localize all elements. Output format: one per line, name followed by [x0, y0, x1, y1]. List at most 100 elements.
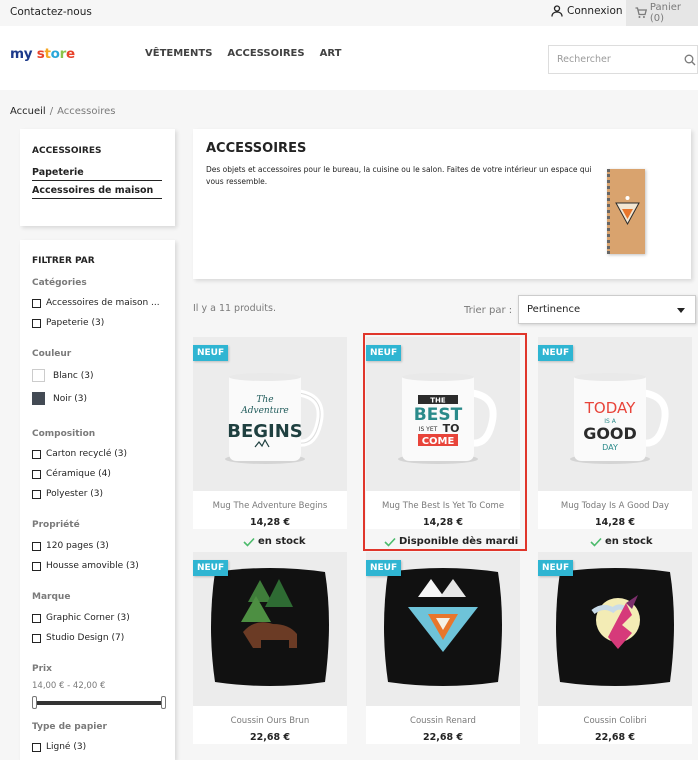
product-card[interactable]: TODAY IS A GOOD DAY NEUF Mug Today Is A …: [538, 337, 692, 529]
svg-text:COME: COME: [422, 436, 455, 447]
checkbox[interactable]: [32, 318, 41, 328]
filter-section-brand: Marque: [32, 592, 71, 602]
new-badge: NEUF: [193, 345, 229, 361]
breadcrumb-current: Accessoires: [57, 106, 116, 117]
product-title[interactable]: Mug Today Is A Good Day: [538, 501, 692, 511]
filter-option-color[interactable]: Blanc (3): [32, 369, 93, 382]
new-badge: NEUF: [366, 560, 402, 576]
price-slider-max-handle[interactable]: [161, 696, 166, 709]
product-price: 14,28 €: [595, 517, 635, 528]
filter-option[interactable]: Accessoires de maison ...: [32, 298, 160, 308]
chevron-down-icon: [677, 308, 685, 313]
filter-section-categories: Catégories: [32, 278, 87, 288]
checkbox[interactable]: [32, 561, 41, 571]
product-title[interactable]: Coussin Colibri: [538, 716, 692, 726]
filter-section-color: Couleur: [32, 349, 72, 359]
filter-section-property: Propriété: [32, 520, 80, 530]
products-count: Il y a 11 produits.: [193, 303, 276, 314]
filter-option-color[interactable]: Noir (3): [32, 392, 87, 405]
stock-status: en stock: [243, 536, 306, 547]
new-badge: NEUF: [193, 560, 229, 576]
filter-option[interactable]: Polyester (3): [32, 489, 103, 499]
breadcrumb-home[interactable]: Accueil: [10, 106, 46, 117]
checkbox[interactable]: [32, 469, 41, 479]
sort-label: Trier par :: [464, 305, 513, 316]
product-card[interactable]: NEUF Coussin Ours Brun 22,68 €: [193, 552, 347, 744]
checkbox[interactable]: [32, 613, 41, 623]
filter-option[interactable]: Ligné (3): [32, 742, 86, 752]
cart-label: Panier (0): [649, 2, 681, 24]
header: my store VÊTEMENTS ACCESSOIRES ART Reche…: [0, 26, 698, 90]
check-icon: [243, 537, 255, 547]
filter-option[interactable]: Housse amovible (3): [32, 561, 139, 571]
category-item-accessoires-maison[interactable]: Accessoires de maison: [32, 185, 162, 199]
faceted-filters: FILTRER PAR Catégories Accessoires de ma…: [20, 240, 175, 760]
category-item-papeterie[interactable]: Papeterie: [32, 167, 162, 181]
color-swatch-black[interactable]: [32, 392, 45, 405]
filters-title: FILTRER PAR: [32, 256, 95, 266]
svg-text:Adventure: Adventure: [240, 406, 289, 416]
category-text: Des objets et accessoires pour le bureau…: [206, 165, 592, 186]
product-card[interactable]: NEUF Coussin Colibri 22,68 €: [538, 552, 692, 744]
product-title[interactable]: Mug The Adventure Begins: [193, 501, 347, 511]
login-link[interactable]: Connexion: [551, 5, 623, 17]
filter-section-price: Prix: [32, 664, 52, 674]
checkbox[interactable]: [32, 633, 41, 643]
filter-option[interactable]: Studio Design (7): [32, 633, 124, 643]
product-card[interactable]: THE BEST IS YET TO COME NEUF Mug The Bes…: [366, 337, 520, 529]
search-icon[interactable]: [684, 54, 696, 66]
category-title: ACCESSOIRES: [206, 141, 307, 156]
main-menu: VÊTEMENTS ACCESSOIRES ART: [145, 48, 341, 59]
menu-item-vetements[interactable]: VÊTEMENTS: [145, 48, 212, 59]
product-title[interactable]: Coussin Ours Brun: [193, 716, 347, 726]
svg-text:IS YET: IS YET: [419, 426, 438, 433]
menu-item-art[interactable]: ART: [320, 48, 342, 59]
new-badge: NEUF: [366, 345, 402, 361]
product-card[interactable]: NEUF Coussin Renard 22,68 €: [366, 552, 520, 744]
product-card[interactable]: The Adventure BEGINS NEUF Mug The Advent…: [193, 337, 347, 529]
sort-select[interactable]: Pertinence: [518, 295, 696, 324]
menu-item-accessoires[interactable]: ACCESSOIRES: [227, 48, 304, 59]
product-title[interactable]: Mug The Best Is Yet To Come: [366, 501, 520, 511]
checkbox[interactable]: [32, 489, 41, 499]
search-placeholder: Rechercher: [557, 54, 611, 65]
price-slider-min-handle[interactable]: [32, 696, 37, 709]
product-price: 22,68 €: [423, 732, 463, 743]
new-badge: NEUF: [538, 345, 574, 361]
price-slider[interactable]: [32, 696, 166, 709]
filter-option[interactable]: Céramique (4): [32, 469, 111, 479]
category-notebook-image: [607, 169, 645, 254]
category-tree: ACCESSOIRES Papeterie Accessoires de mai…: [20, 129, 175, 226]
product-price: 14,28 €: [423, 517, 463, 528]
check-icon: [590, 537, 602, 547]
check-icon: [384, 537, 396, 547]
cart-button[interactable]: Panier (0): [626, 0, 698, 26]
logo-my: my: [10, 46, 33, 62]
filter-option[interactable]: 120 pages (3): [32, 541, 109, 551]
color-swatch-white[interactable]: [32, 369, 45, 382]
svg-text:The: The: [256, 395, 273, 405]
search-input[interactable]: Rechercher: [548, 45, 698, 74]
filter-option[interactable]: Graphic Corner (3): [32, 613, 130, 623]
contact-link[interactable]: Contactez-nous: [10, 6, 92, 18]
category-description: ACCESSOIRES Des objets et accessoires po…: [193, 129, 691, 279]
filter-option[interactable]: Papeterie (3): [32, 318, 104, 328]
user-icon: [551, 5, 563, 17]
stock-status: en stock: [590, 536, 653, 547]
filter-section-composition: Composition: [32, 429, 96, 439]
product-price: 14,28 €: [250, 517, 290, 528]
svg-text:GOOD: GOOD: [583, 424, 637, 443]
category-tree-title[interactable]: ACCESSOIRES: [32, 146, 101, 156]
price-range-label: 14,00 € - 42,00 €: [32, 681, 106, 691]
checkbox[interactable]: [32, 298, 41, 308]
product-title[interactable]: Coussin Renard: [366, 716, 520, 726]
filter-option[interactable]: Carton recyclé (3): [32, 449, 127, 459]
checkbox[interactable]: [32, 742, 41, 752]
store-logo[interactable]: my store: [10, 46, 75, 62]
checkbox[interactable]: [32, 541, 41, 551]
breadcrumb-separator: /: [49, 106, 54, 117]
stock-status: Disponible dès mardi: [384, 536, 518, 547]
logo-store: store: [36, 46, 75, 62]
top-nav: Contactez-nous Connexion Panier (0): [0, 0, 698, 26]
checkbox[interactable]: [32, 449, 41, 459]
